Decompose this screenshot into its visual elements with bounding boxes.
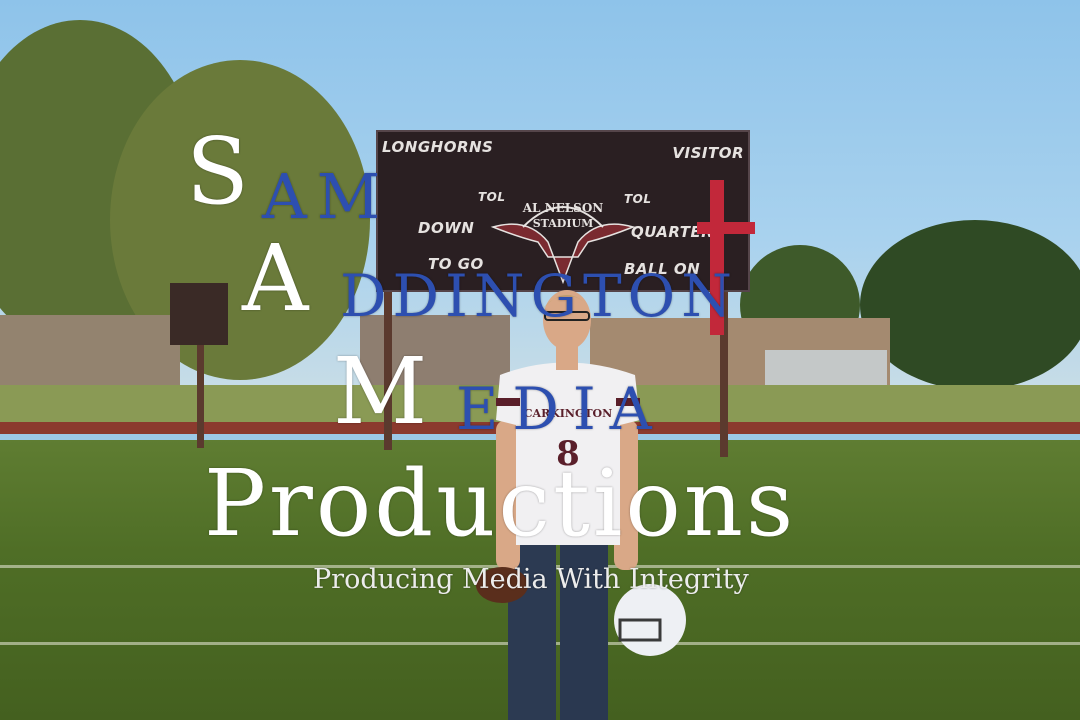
scoreboard-home-label: LONGHORNS: [382, 138, 494, 156]
watermark-word-am: AM: [262, 160, 391, 233]
photo-scene: LONGHORNS VISITOR TOL TOL DOWN QUARTER T…: [0, 0, 1080, 720]
speaker-box: [170, 283, 228, 345]
scoreboard-visitor-label: VISITOR: [672, 144, 744, 162]
stadium-name-line2: STADIUM: [533, 217, 594, 230]
watermark-initial-a: A: [242, 225, 309, 332]
watermark-productions: Productions: [204, 450, 797, 557]
stadium-name-line1: AL NELSON: [522, 201, 604, 215]
scoreboard-down-label: DOWN: [418, 219, 475, 237]
watermark-initial-s: S: [186, 118, 250, 225]
watermark-tagline: Producing Media With Integrity: [313, 564, 749, 595]
cross-watermark-bar: [697, 222, 755, 234]
watermark-initial-m: M: [333, 338, 428, 445]
tree-right: [860, 220, 1080, 390]
speaker-pole: [197, 340, 204, 448]
watermark-word-edia: EDIA: [456, 375, 666, 443]
building-left: [0, 315, 180, 387]
shed: [765, 350, 887, 390]
watermark-word-ddington: DDINGTON: [340, 262, 738, 330]
